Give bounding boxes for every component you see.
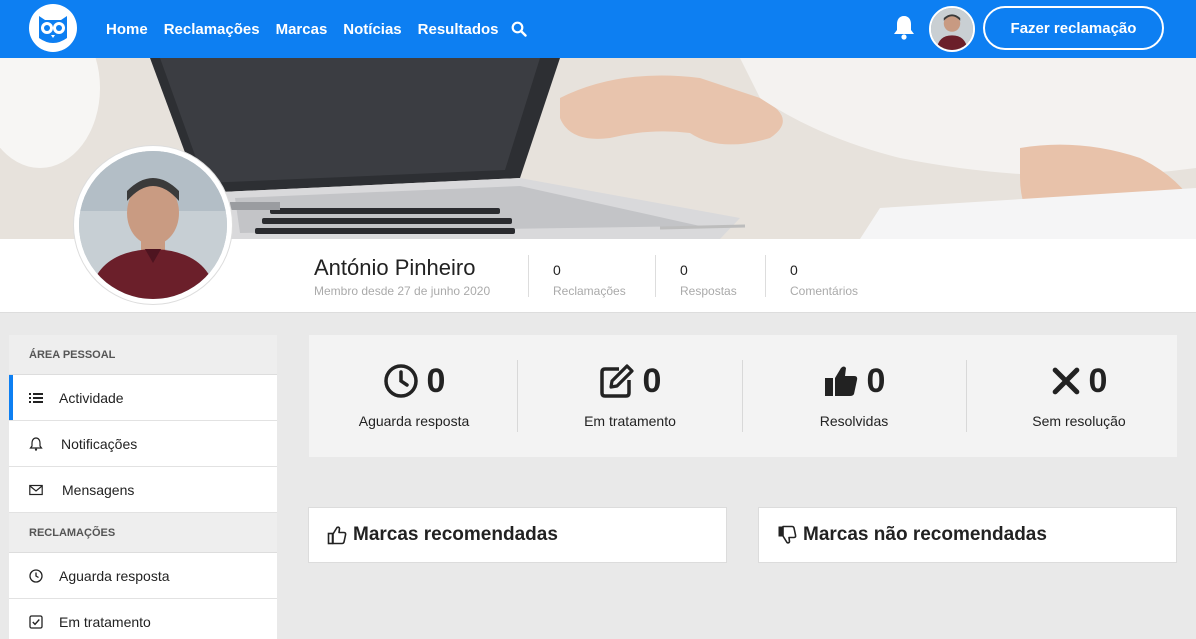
nav-link-marcas[interactable]: Marcas — [276, 21, 328, 38]
sidebar-item-awaiting[interactable]: Aguarda resposta — [9, 553, 277, 599]
stat-value: 0 — [553, 262, 561, 278]
sidebar-section-personal: ÁREA PESSOAL — [9, 335, 277, 375]
nav-link-reclamacoes[interactable]: Reclamações — [164, 21, 260, 38]
sidebar-item-activity[interactable]: Actividade — [9, 375, 277, 421]
sidebar-item-label: Em tratamento — [59, 613, 151, 630]
divider — [517, 360, 518, 432]
sidebar-item-notifications[interactable]: Notificações — [9, 421, 277, 467]
make-complaint-button[interactable]: Fazer reclamação — [983, 6, 1164, 50]
summary-unresolved[interactable]: 0 Sem resolução — [974, 335, 1184, 457]
divider — [765, 255, 766, 297]
stat-label: Respostas — [680, 284, 737, 298]
thumbs-up-icon — [824, 366, 857, 396]
thumbs-down-icon — [778, 525, 797, 544]
member-since: Membro desde 27 de junho 2020 — [314, 284, 491, 298]
x-icon — [1052, 367, 1079, 395]
not-recommended-brands-card[interactable]: Marcas não recomendadas — [758, 507, 1177, 563]
card-title: Marcas recomendadas — [353, 524, 558, 545]
stat-value: 0 — [680, 262, 688, 278]
edit-icon — [599, 364, 634, 398]
recommended-brands-card[interactable]: Marcas recomendadas — [308, 507, 727, 563]
card-title: Marcas não recomendadas — [803, 524, 1047, 545]
clock-icon — [29, 568, 43, 583]
stat-complaints: 0 Reclamações — [553, 262, 626, 298]
divider — [966, 360, 967, 432]
profile-avatar — [74, 146, 232, 304]
nav-link-home[interactable]: Home — [106, 21, 148, 38]
divider — [655, 255, 656, 297]
sidebar-section-complaints: RECLAMAÇÕES — [9, 513, 277, 553]
stat-label: Reclamações — [553, 284, 626, 298]
summary-label: Sem resolução — [1032, 413, 1126, 429]
stat-comments: 0 Comentários — [790, 262, 858, 298]
complaints-summary-panel: 0 Aguarda resposta 0 Em tratamento 0 Res… — [309, 335, 1177, 457]
top-navbar: Home Reclamações Marcas Notícias Resulta… — [0, 0, 1196, 58]
stat-value: 0 — [790, 262, 798, 278]
summary-value: 0 — [1088, 361, 1108, 400]
summary-value: 0 — [642, 361, 662, 400]
stat-label: Comentários — [790, 284, 859, 298]
summary-label: Em tratamento — [584, 413, 676, 429]
user-avatar[interactable] — [929, 6, 975, 52]
summary-resolved[interactable]: 0 Resolvidas — [749, 335, 959, 457]
divider — [742, 360, 743, 432]
owl-logo-icon[interactable] — [29, 4, 77, 52]
sidebar-item-in-progress[interactable]: Em tratamento — [9, 599, 277, 639]
clock-icon — [383, 364, 418, 398]
summary-label: Aguarda resposta — [358, 413, 470, 429]
sidebar-item-label: Mensagens — [62, 481, 135, 498]
profile-name: António Pinheiro — [314, 255, 476, 280]
bell-icon — [29, 436, 43, 451]
summary-awaiting[interactable]: 0 Aguarda resposta — [309, 335, 519, 457]
search-icon[interactable] — [511, 21, 527, 37]
sidebar: ÁREA PESSOAL Actividade Notificações Men… — [9, 335, 277, 639]
thumbs-up-icon — [327, 526, 347, 545]
stat-responses: 0 Respostas — [680, 262, 737, 298]
sidebar-item-label: Actividade — [59, 389, 124, 406]
bell-icon[interactable] — [892, 14, 916, 40]
divider — [528, 255, 529, 297]
summary-label: Resolvidas — [819, 413, 889, 429]
list-icon — [29, 392, 43, 403]
summary-value: 0 — [866, 361, 886, 400]
nav-link-resultados[interactable]: Resultados — [418, 21, 499, 38]
envelope-icon — [29, 484, 43, 495]
summary-value: 0 — [426, 361, 446, 400]
nav-link-noticias[interactable]: Notícias — [343, 21, 401, 38]
summary-in-progress[interactable]: 0 Em tratamento — [525, 335, 735, 457]
sidebar-item-label: Notificações — [61, 435, 138, 452]
sidebar-item-messages[interactable]: Mensagens — [9, 467, 277, 513]
checkbox-icon — [29, 614, 43, 629]
sidebar-item-label: Aguarda resposta — [59, 567, 170, 584]
